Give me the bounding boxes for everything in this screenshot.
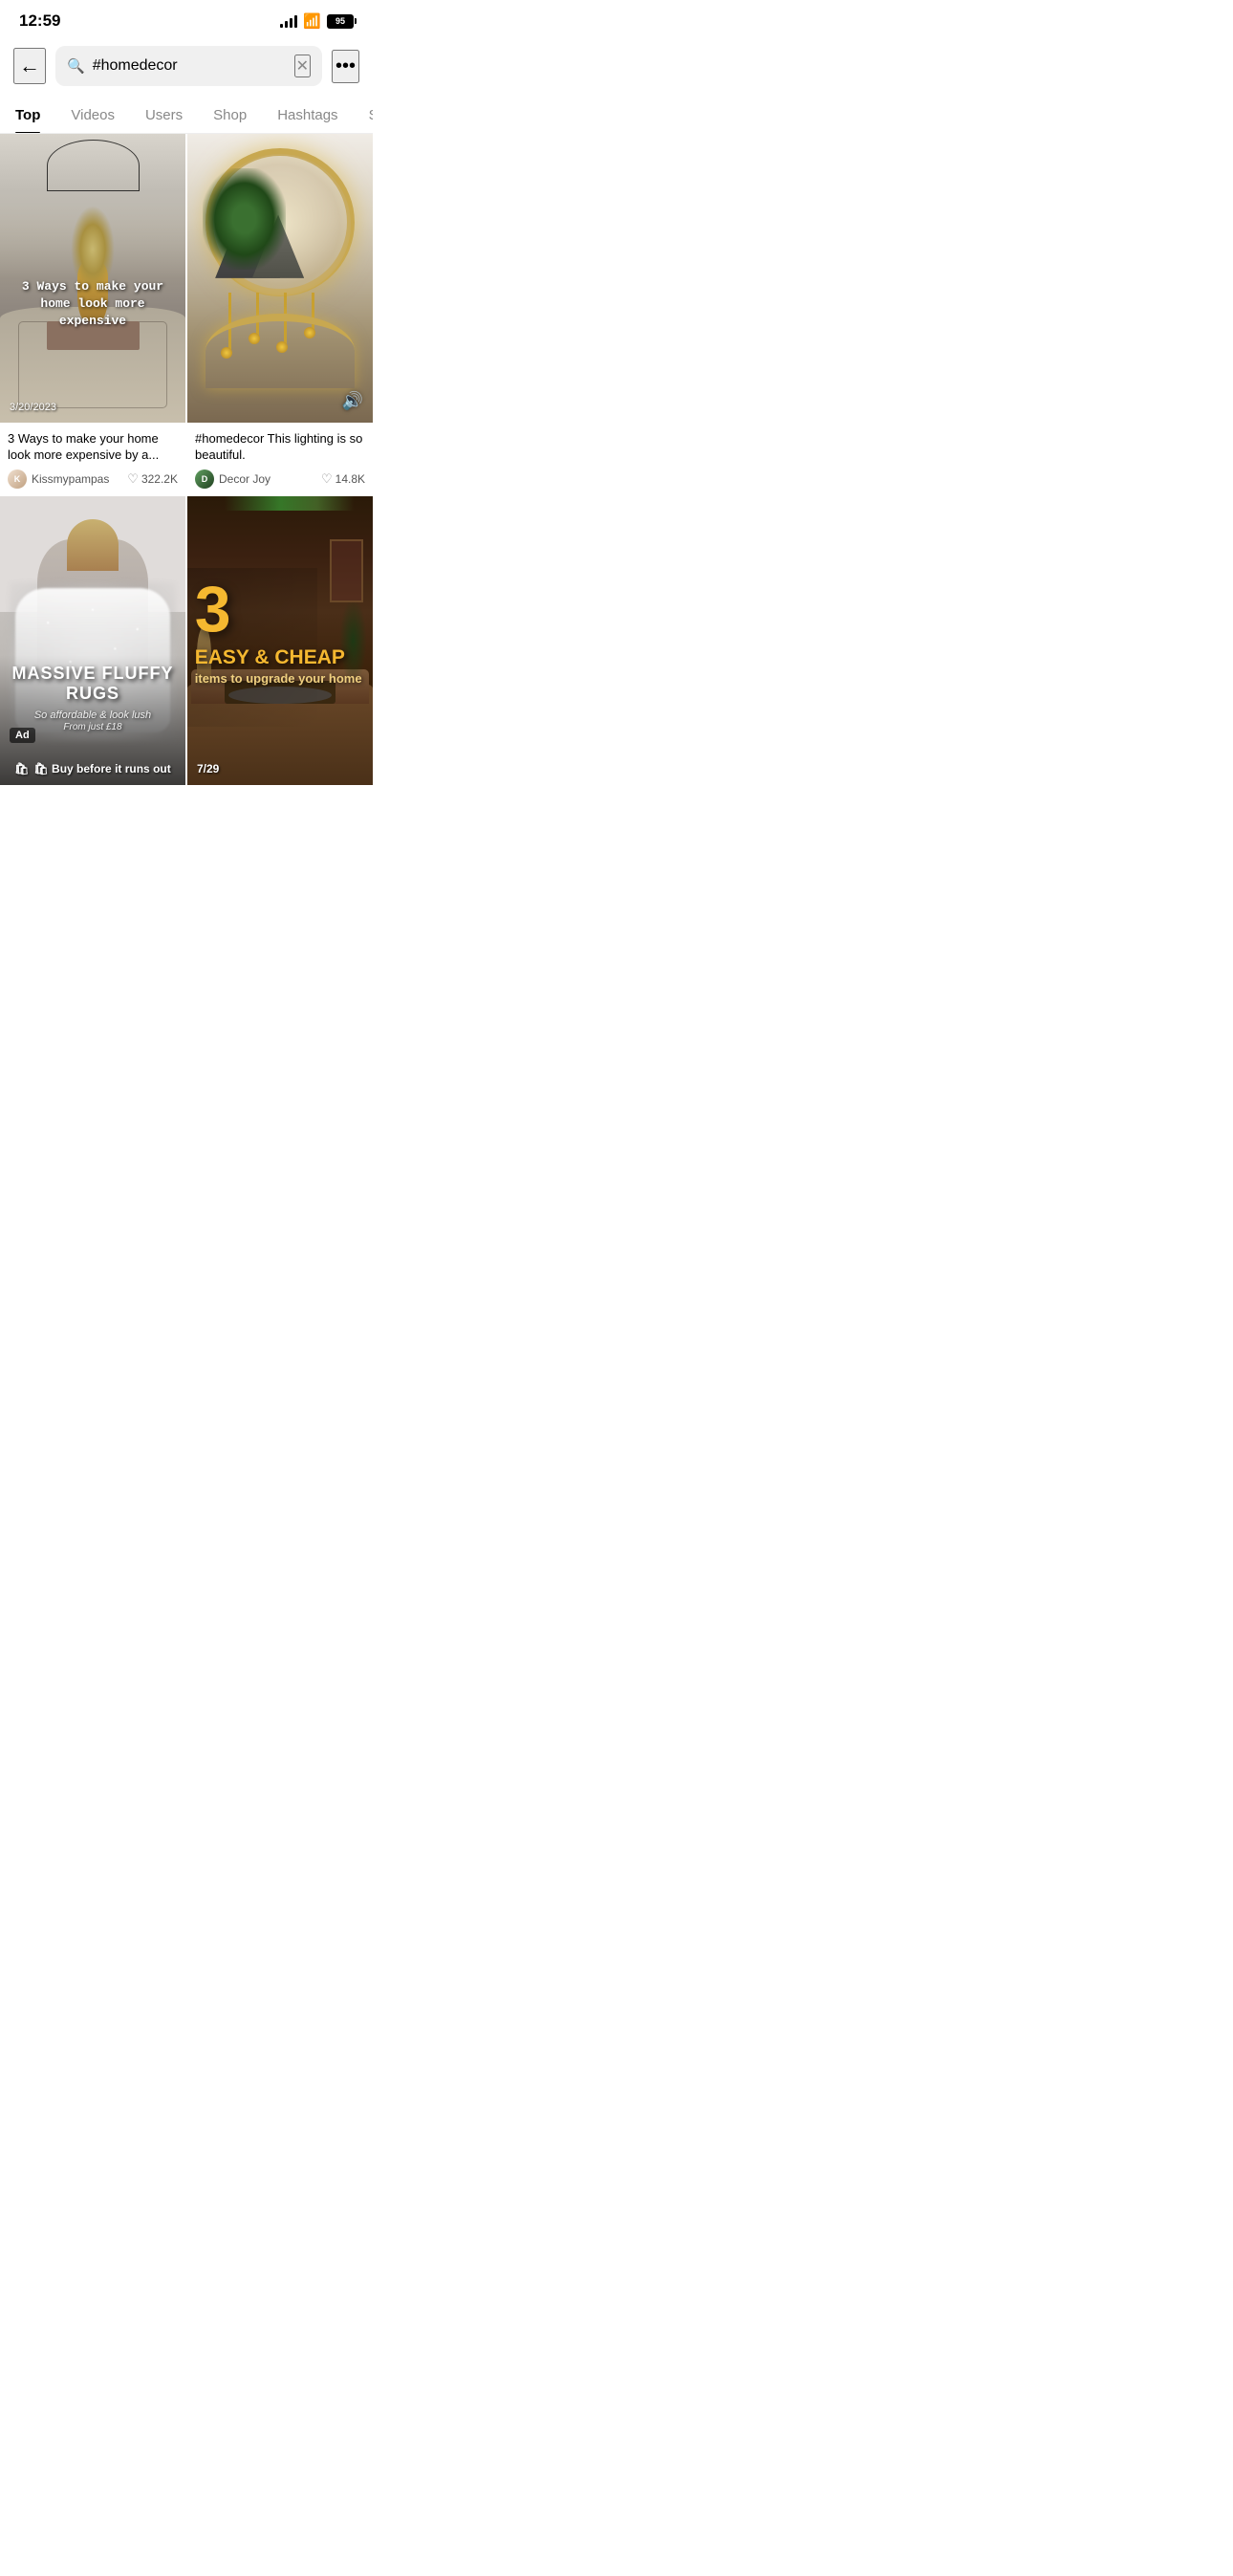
video-card-3[interactable]: MASSIVE FLUFFY RUGS So affordable & look…: [0, 496, 185, 785]
card1-likes: ♡ 322.2K: [127, 471, 178, 487]
more-options-button[interactable]: •••: [332, 50, 359, 83]
card2-author-name: Decor Joy: [219, 472, 270, 486]
shopping-bag-icon: 🛍: [14, 762, 29, 775]
card2-title: #homedecor This lighting is so beautiful…: [195, 430, 365, 464]
clear-search-button[interactable]: ✕: [294, 55, 311, 77]
tab-sounds[interactable]: Sounds: [354, 96, 373, 133]
search-icon: 🔍: [67, 57, 85, 75]
status-icons: 📶 95: [280, 12, 354, 30]
video-thumb-3: MASSIVE FLUFFY RUGS So affordable & look…: [0, 496, 185, 785]
tabs-row: Top Videos Users Shop Hashtags Sounds Li…: [0, 96, 373, 134]
card3-buy-badge: 🛍 🛍 Buy before it runs out: [0, 762, 185, 775]
card4-easy-cheap: EASY & CHEAP items to upgrade your home: [195, 646, 366, 686]
video-card-2[interactable]: 🔊 #homedecor This lighting is so beautif…: [187, 134, 373, 494]
back-button[interactable]: ←: [13, 48, 46, 84]
signal-bars-icon: [280, 14, 297, 28]
video-card-4[interactable]: 3 EASY & CHEAP items to upgrade your hom…: [187, 496, 373, 785]
card3-buy-text: 🛍 Buy before it runs out: [33, 762, 170, 775]
video-thumb-4: 3 EASY & CHEAP items to upgrade your hom…: [187, 496, 373, 785]
card4-slide-counter: 7/29: [197, 762, 219, 775]
card4-big3: 3: [195, 577, 231, 642]
card1-avatar: K: [8, 469, 27, 489]
heart-icon-1: ♡: [127, 471, 139, 487]
card1-overlay-text: 3 Ways to make your home look more expen…: [0, 278, 185, 331]
card2-meta: D Decor Joy ♡ 14.8K: [195, 469, 365, 489]
search-input-wrap[interactable]: 🔍 #homedecor ✕: [55, 46, 322, 86]
card4-easy-cheap-sub: items to upgrade your home: [195, 671, 366, 686]
card1-meta: K Kissmypampas ♡ 322.2K: [8, 469, 178, 489]
card4-easy-cheap-title: EASY & CHEAP: [195, 646, 366, 668]
tab-hashtags[interactable]: Hashtags: [262, 96, 353, 133]
card2-avatar: D: [195, 469, 214, 489]
video-thumb-1: 3 Ways to make your home look more expen…: [0, 134, 185, 423]
card1-title: 3 Ways to make your home look more expen…: [8, 430, 178, 464]
tab-videos[interactable]: Videos: [55, 96, 130, 133]
tab-shop[interactable]: Shop: [198, 96, 262, 133]
card2-likes: ♡ 14.8K: [321, 471, 365, 487]
heart-icon-2: ♡: [321, 471, 333, 487]
card2-sound-icon[interactable]: 🔊: [342, 391, 363, 411]
card2-info: #homedecor This lighting is so beautiful…: [187, 423, 373, 494]
card2-author: D Decor Joy: [195, 469, 270, 489]
card3-title-text: MASSIVE FLUFFY RUGS: [0, 664, 185, 704]
card3-sub1: So affordable & look lush: [0, 709, 185, 721]
card1-author-name: Kissmypampas: [32, 472, 109, 486]
card1-info: 3 Ways to make your home look more expen…: [0, 423, 185, 494]
battery-icon: 95: [327, 14, 354, 29]
tab-top[interactable]: Top: [0, 96, 55, 133]
card1-author: K Kissmypampas: [8, 469, 109, 489]
search-query-text: #homedecor: [93, 57, 287, 75]
status-time: 12:59: [19, 11, 60, 31]
card3-ad-badge: Ad: [10, 728, 35, 743]
video-thumb-2: 🔊: [187, 134, 373, 423]
wifi-icon: 📶: [303, 12, 321, 30]
search-bar: ← 🔍 #homedecor ✕ •••: [0, 38, 373, 96]
tab-users[interactable]: Users: [130, 96, 198, 133]
video-grid: 3 Ways to make your home look more expen…: [0, 134, 373, 785]
video-card-1[interactable]: 3 Ways to make your home look more expen…: [0, 134, 185, 494]
card1-date-badge: 3/20/2023: [10, 402, 56, 413]
status-bar: 12:59 📶 95: [0, 0, 373, 38]
